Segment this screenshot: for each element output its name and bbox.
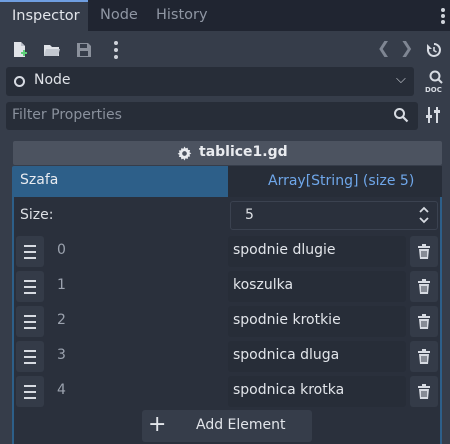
tab-inspector[interactable]: Inspector — [0, 0, 88, 31]
back-arrow-icon[interactable]: ❮ — [377, 38, 390, 57]
doc-icon[interactable]: DOC — [424, 70, 446, 94]
element-value: spodnica krotka — [233, 382, 345, 398]
forward-arrow-icon[interactable]: ❯ — [400, 38, 413, 57]
size-label: Size: — [20, 207, 54, 223]
tab-history[interactable]: History — [144, 0, 220, 31]
element-index: 4 — [57, 382, 66, 398]
object-selector-label: Node — [34, 72, 71, 88]
property-name: Szafa — [20, 172, 59, 188]
dock-options-icon[interactable] — [438, 8, 448, 24]
size-spinbox[interactable] — [230, 201, 438, 230]
add-element-label: Add Element — [196, 417, 286, 433]
plus-icon: + — [148, 412, 167, 437]
history-icon[interactable] — [424, 40, 444, 60]
drag-handle-icon[interactable] — [16, 306, 44, 337]
node-circle-icon — [14, 76, 25, 87]
drag-handle-icon[interactable] — [16, 376, 44, 407]
filter-placeholder: Filter Properties — [12, 107, 122, 123]
property-value: Array[String] (size 5) — [268, 173, 415, 189]
svg-text:DOC: DOC — [425, 86, 442, 94]
tab-node[interactable]: Node — [88, 0, 150, 31]
drag-handle-icon[interactable] — [16, 341, 44, 372]
chevron-down-icon[interactable]: ⌵ — [396, 72, 406, 87]
menu-dots-icon[interactable] — [111, 41, 121, 59]
trash-icon[interactable] — [410, 271, 438, 302]
element-value: spodnica dluga — [233, 347, 340, 363]
element-value: koszulka — [233, 277, 294, 293]
gear-icon — [177, 146, 192, 161]
trash-icon[interactable] — [410, 236, 438, 267]
trash-icon[interactable] — [410, 341, 438, 372]
element-index: 3 — [57, 347, 66, 363]
drag-handle-icon[interactable] — [16, 236, 44, 267]
new-resource-icon[interactable] — [10, 40, 30, 60]
element-index: 0 — [57, 242, 66, 258]
trash-icon[interactable] — [410, 376, 438, 407]
tune-icon[interactable] — [425, 106, 441, 124]
element-index: 2 — [57, 312, 66, 328]
spinbox-arrows-icon[interactable] — [418, 204, 430, 226]
element-value: spodnie krotkie — [233, 312, 341, 328]
open-folder-icon[interactable] — [42, 40, 62, 60]
size-value: 5 — [245, 207, 254, 223]
element-index: 1 — [57, 277, 66, 293]
script-title: tablice1.gd — [199, 144, 288, 160]
save-icon[interactable] — [74, 40, 94, 60]
trash-icon[interactable] — [410, 306, 438, 337]
search-icon — [393, 107, 409, 123]
drag-handle-icon[interactable] — [16, 271, 44, 302]
element-value: spodnie dlugie — [233, 242, 336, 258]
